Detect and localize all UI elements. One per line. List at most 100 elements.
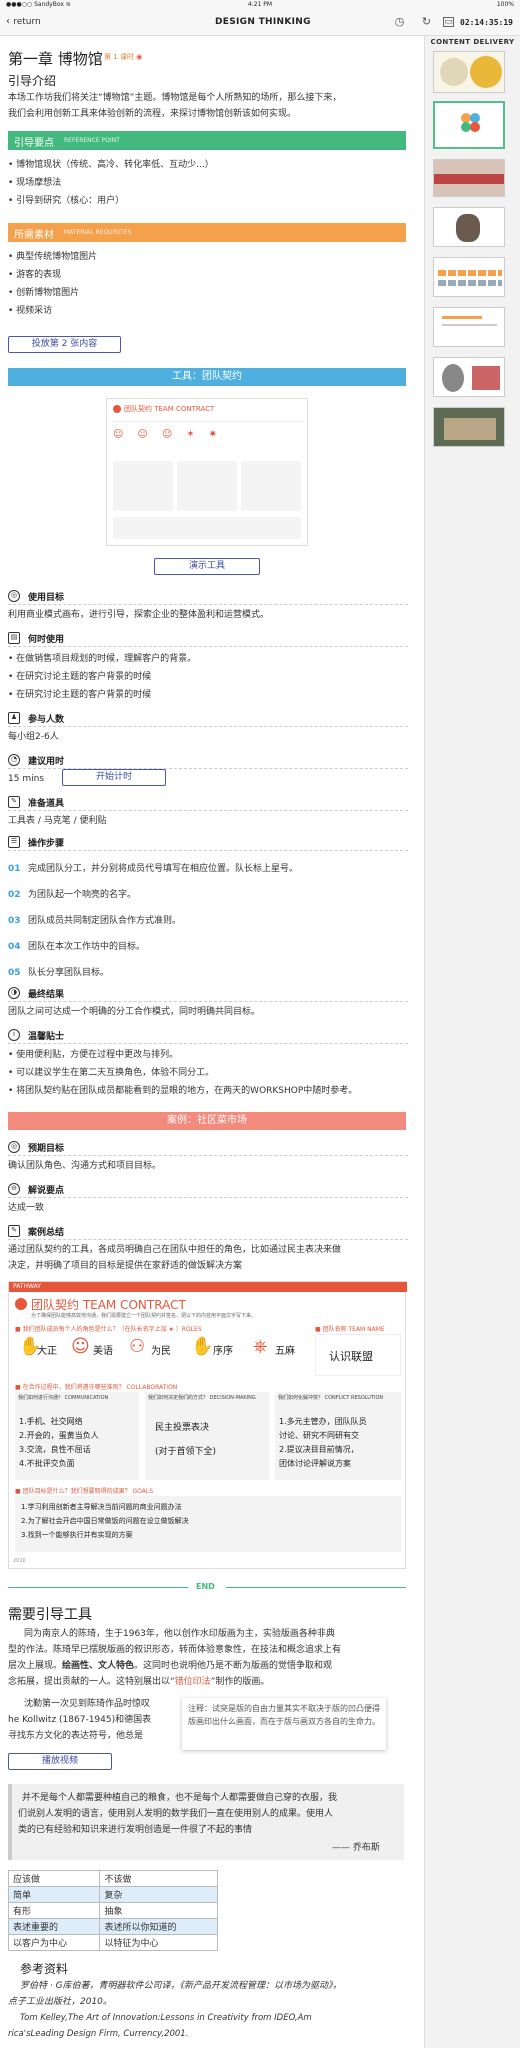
conflict-item: 2.提议决目目前情况，: [279, 1445, 359, 1454]
team-contract-sheet: PATHWAY 团队契约 TEAM CONTRACT 为了确保团队能够高效地沟通…: [8, 1281, 407, 1569]
conflict-label: 我们如何化解冲突？ CONFLICT RESOLUTION: [278, 1395, 384, 1401]
role-name: 大正: [37, 1346, 57, 1357]
quote-block: 并不是每个人都需要种植自己的粮食，也不是每个人都需要做自己穿的衣服，我 们说别人…: [8, 1784, 404, 1860]
slide-thumb-3[interactable]: [433, 159, 505, 197]
play-video-button[interactable]: 播放视频: [8, 1753, 112, 1770]
start-timer-button[interactable]: 开始计时: [62, 769, 166, 786]
target-icon: ◎: [8, 1141, 20, 1153]
steps-icon: ☰: [8, 836, 20, 848]
material-item: • 典型传统博物馆图片: [8, 252, 98, 262]
slide-thumb-5[interactable]: [433, 257, 505, 297]
cast-slide-button[interactable]: 投放第 2 张内容: [8, 336, 121, 353]
when-item: • 在研究讨论主题的客户背景的时候: [8, 672, 152, 682]
info-icon: i: [8, 1029, 20, 1041]
contract-preview-title: 团队契约 TEAM CONTRACT: [124, 405, 215, 413]
quote-author: —— 乔布斯: [332, 1843, 380, 1853]
comm-item: 3.交流，良性不屈话: [19, 1445, 91, 1454]
goals-box: 1.学习利用创新者主导解决当前问题的商业问题办法 2.为了解社会开启中国日常做饭…: [15, 1496, 401, 1552]
guide-paragraph: he Kollwitz (1867-1945)和德国表: [8, 1715, 152, 1725]
contract-title: 团队契约 TEAM CONTRACT: [31, 1298, 186, 1312]
reference-item: rica'sLeading Design Firm, Currency,2001…: [8, 2029, 189, 2039]
comm-box: 我们如何进行沟通？ COMMUNICATION 1.手机、社交网络 2.开会的，…: [15, 1392, 139, 1480]
people-text: 每小组2-6人: [8, 732, 59, 742]
bar-subtitle: REFERENCE POINT: [64, 137, 120, 144]
slide-thumb-6[interactable]: [433, 307, 505, 347]
pencil-icon: ✎: [8, 796, 20, 808]
back-button[interactable]: ‹ return: [6, 16, 41, 27]
tip-item: • 将团队契约贴在团队成员都能看到的显眼的地方，在两天的WORKSHOP中随时参…: [8, 1086, 358, 1096]
thumb-shape: [442, 324, 497, 326]
guide-paragraph: 寻找东方文化的表达符号，他总是: [8, 1731, 144, 1741]
section-marker-icon: ■: [15, 1326, 21, 1333]
team-name-label: ■ 团队名称 TEAM NAME: [315, 1326, 385, 1333]
contract-logo-icon: [113, 405, 121, 413]
reference-point-bar: 引导要点 REFERENCE POINT: [8, 131, 406, 150]
contract-header-strip: [9, 1282, 407, 1292]
guide-title: 需要引导工具: [8, 1607, 92, 1623]
table-row: 以客户为中心 以特征为中心: [7, 1934, 218, 1951]
role-name: 美语: [93, 1346, 113, 1357]
key-icon: ⊖: [8, 1183, 20, 1195]
comm-item: 4.不批评交负面: [19, 1459, 75, 1468]
guide-paragraph: 同为南京人的陈琦，生于1963年，他以创作水印版画为主，实验版画各种非典: [24, 1629, 335, 1639]
table-header-cell: 不该做: [99, 1870, 218, 1887]
section-people: ♟ 参与人数: [8, 709, 408, 727]
intro-text-2: 我们会利用创新工具来体验创新的流程，来探讨博物馆创新该如何实现。: [8, 109, 297, 119]
status-time: 4:21 PM: [247, 1, 273, 8]
intro-title: 引导介绍: [8, 74, 57, 88]
table-cell: 以特征为中心: [99, 1934, 218, 1951]
when-item: • 在研究讨论主题的客户背景的时候: [8, 690, 152, 700]
slide-thumb-1[interactable]: [433, 51, 505, 93]
material-item: • 创新博物馆图片: [8, 288, 80, 298]
thumb-image: [472, 366, 500, 390]
contract-box: [177, 461, 237, 511]
step-item: 05 队长分享团队目标。: [8, 968, 110, 978]
clock-icon: ◔: [8, 754, 20, 766]
slide-thumb-4[interactable]: [433, 207, 505, 247]
content-delivery-sidebar: CONTENT DELIVERY: [424, 36, 520, 2048]
case-bar: 案例：社区菜市场: [8, 1112, 406, 1130]
stopwatch-icon[interactable]: ◷: [393, 15, 406, 28]
countdown-timer: 02:14:35:19: [460, 18, 513, 27]
section-marker-icon: ■: [315, 1326, 321, 1333]
section-prep: ✎ 准备道具: [8, 793, 408, 811]
slide-thumb-7[interactable]: [433, 357, 505, 397]
section-result: ◑ 最终结果: [8, 984, 408, 1002]
conflict-item: 讨论、研究不同研有交: [279, 1431, 359, 1440]
contract-preview-image: 团队契约 TEAM CONTRACT ☺☺☺✶✷: [106, 398, 308, 546]
table-cell: 表述所以你知道的: [99, 1918, 218, 1935]
lesson-flag-icon: ◉: [136, 53, 143, 61]
demo-tool-button[interactable]: 演示工具: [154, 558, 260, 575]
end-label: END: [196, 1582, 215, 1591]
bar-title: 引导要点: [14, 138, 54, 149]
section-label: 温馨贴士: [28, 1032, 65, 1042]
table-row: 表述重要的 表述所以你知道的: [7, 1918, 218, 1935]
refresh-icon[interactable]: ↻: [420, 15, 433, 28]
reference-item: 点子工业出版社，2010。: [8, 1997, 112, 2007]
quote-text: 类的已有经验和知识来进行发明创造是一件很了不起的事情: [18, 1825, 253, 1835]
section-label: 操作步骤: [28, 839, 65, 849]
result-text: 团队之间可达成一个明确的分工合作模式，同时明确共同目标。: [8, 1007, 261, 1017]
section-label: 使用目标: [28, 593, 65, 603]
table-cell: 复杂: [99, 1886, 218, 1903]
comm-label: 我们如何进行沟通？ COMMUNICATION: [18, 1395, 109, 1401]
summary-icon: ✎: [8, 1225, 20, 1237]
contract-tag: PATHWAY: [13, 1283, 41, 1290]
end-divider-right: [226, 1587, 406, 1588]
section-label: 建议用时: [28, 757, 65, 767]
screen-icon[interactable]: ▭: [443, 17, 454, 27]
table-header-cell: 应该做: [7, 1870, 101, 1887]
step-item: 04 团队在本次工作坊中的目标。: [8, 942, 146, 952]
result-icon: ◑: [8, 987, 20, 999]
section-label: 参与人数: [28, 715, 65, 725]
page-title: DESIGN THINKING: [215, 17, 311, 27]
thumb-shape: [442, 316, 482, 319]
guide-paragraph: 型的作法。陈琦早已摆脱版画的叙识形态，转而体验意象性，在技法和概念追求上有: [8, 1645, 342, 1655]
reference-item: 罗伯特 · G库伯著，青明器软件公司译，《新产品开发流程管理：以市场为驱动》，: [20, 1981, 342, 1991]
conflict-item: 1.多元主管办，团队队员: [279, 1417, 367, 1426]
contract-date: 2016: [13, 1558, 26, 1564]
end-divider-left: [8, 1587, 188, 1588]
duration-text: 15 mins: [8, 774, 44, 784]
slide-thumb-2[interactable]: [433, 101, 505, 149]
slide-thumb-8[interactable]: [433, 407, 505, 447]
